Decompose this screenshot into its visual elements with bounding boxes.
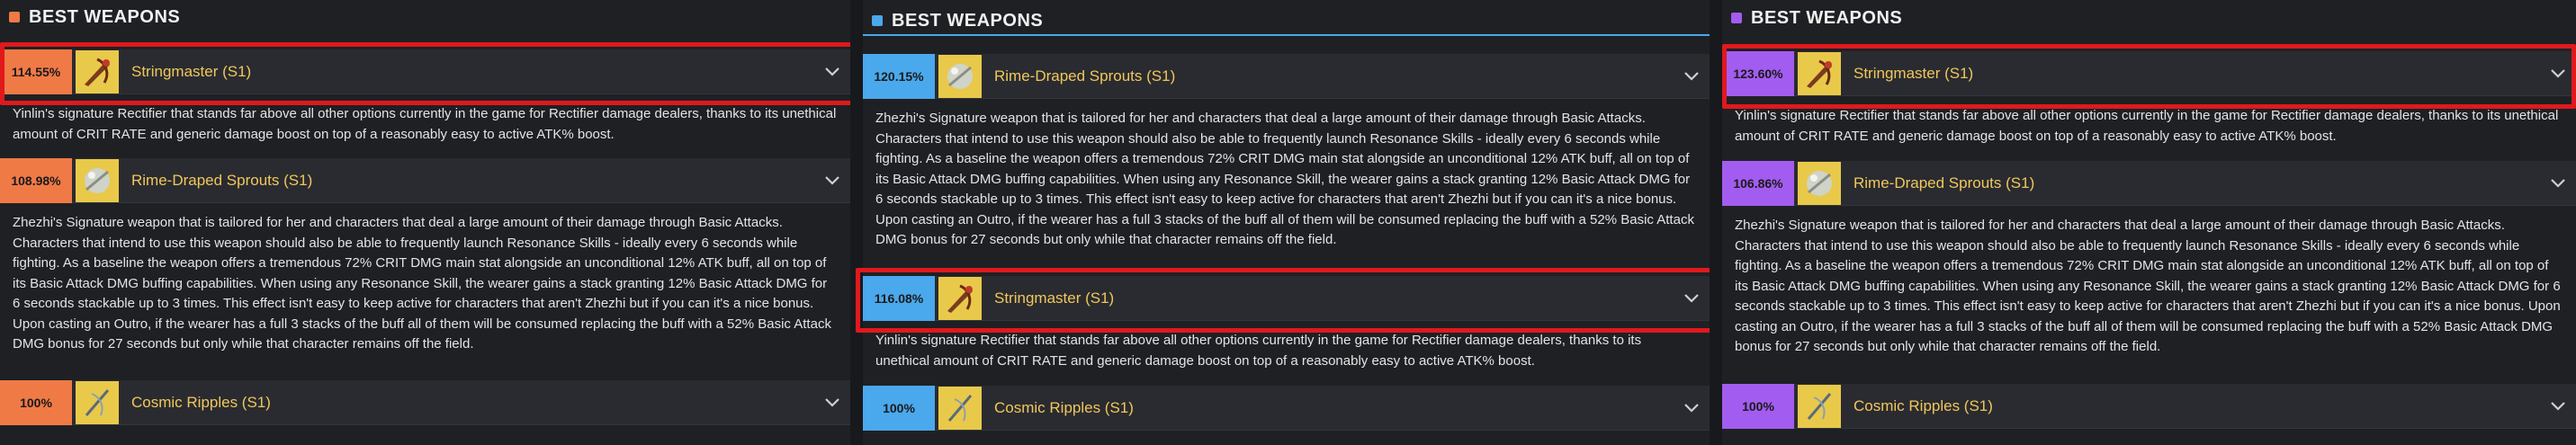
chevron-down-icon[interactable] [1674,386,1710,431]
panel-2: BEST WEAPONS 120.15% Rime-Draped Sprouts… [856,0,1718,445]
column-gap [850,0,863,445]
panel-title: BEST WEAPONS [29,6,181,27]
column-gap [1710,0,1722,445]
rectifier-weapon-icon [938,54,982,98]
weapon-row-stringmaster[interactable]: 114.55% Stringmaster (S1) [0,49,850,94]
rectifier-weapon-icon [76,49,119,93]
rectifier-weapon-icon [1798,161,1841,205]
chevron-down-icon[interactable] [814,380,850,425]
weapon-description: Yinlin's signature Rectifier that stands… [875,333,1642,369]
percent-badge: 114.55% [0,49,72,94]
weapon-name: Rime-Draped Sprouts (S1) [994,67,1176,85]
percent-badge: 123.60% [1722,50,1794,96]
panel-title: BEST WEAPONS [892,10,1044,31]
accent-square [1731,13,1742,23]
rectifier-weapon-icon [76,158,119,202]
weapon-row-rime-draped-sprouts[interactable]: 108.98% Rime-Draped Sprouts (S1) [0,157,850,203]
percent-badge: 116.08% [863,275,935,321]
weapon-description: Yinlin's signature Rectifier that stands… [1735,108,2559,144]
chevron-down-icon[interactable] [1674,276,1710,321]
rectifier-weapon-icon [1798,51,1841,95]
weapon-row-cosmic-ripples[interactable]: 100% Cosmic Ripples (S1) [0,379,850,425]
weapon-description: Zhezhi's Signature weapon that is tailor… [875,111,1694,247]
weapon-description: Zhezhi's Signature weapon that is tailor… [13,215,831,352]
weapon-name: Cosmic Ripples (S1) [131,393,271,411]
rectifier-weapon-icon [1798,384,1841,428]
weapon-description: Yinlin's signature Rectifier that stands… [13,106,837,142]
weapon-row-rime-draped-sprouts[interactable]: 120.15% Rime-Draped Sprouts (S1) [863,53,1710,99]
chevron-down-icon[interactable] [814,49,850,94]
weapon-name: Cosmic Ripples (S1) [994,398,1134,416]
percent-badge: 100% [1722,383,1794,429]
rectifier-weapon-icon [938,276,982,320]
weapon-name: Stringmaster (S1) [131,62,252,80]
weapon-name: Rime-Draped Sprouts (S1) [1853,174,2035,191]
panel-header: BEST WEAPONS [872,7,1710,34]
percent-badge: 106.86% [1722,160,1794,206]
page: BEST WEAPONS 114.55% Stringmaster (S1) Y… [0,0,2576,445]
rectifier-weapon-icon [76,380,119,424]
weapon-row-cosmic-ripples[interactable]: 100% Cosmic Ripples (S1) [1722,383,2576,429]
chevron-down-icon[interactable] [2540,384,2576,429]
chevron-down-icon[interactable] [2540,51,2576,96]
weapon-row-stringmaster[interactable]: 123.60% Stringmaster (S1) [1722,50,2576,96]
chevron-down-icon[interactable] [2540,161,2576,206]
panel-3: BEST WEAPONS 123.60% Stringmaster (S1) Y… [1722,0,2576,445]
weapon-row-cosmic-ripples[interactable]: 100% Cosmic Ripples (S1) [863,385,1710,431]
percent-badge: 100% [0,379,72,425]
weapon-row-stringmaster[interactable]: 116.08% Stringmaster (S1) [863,275,1710,321]
panel-title: BEST WEAPONS [1751,7,1903,28]
percent-badge: 108.98% [0,157,72,203]
weapon-name: Stringmaster (S1) [994,289,1115,307]
percent-badge: 120.15% [863,53,935,99]
weapon-name: Stringmaster (S1) [1853,64,1974,82]
panel-header: BEST WEAPONS [1731,4,2576,31]
accent-square [9,12,20,22]
chevron-down-icon[interactable] [814,158,850,203]
rectifier-weapon-icon [938,386,982,430]
percent-badge: 100% [863,385,935,431]
panel-header: BEST WEAPONS [9,4,850,31]
weapon-name: Cosmic Ripples (S1) [1853,396,1993,414]
weapon-row-rime-draped-sprouts[interactable]: 106.86% Rime-Draped Sprouts (S1) [1722,160,2576,206]
panel-1: BEST WEAPONS 114.55% Stringmaster (S1) Y… [0,0,857,445]
header-underline [863,34,1710,36]
weapon-description: Zhezhi's Signature weapon that is tailor… [1735,218,2561,354]
accent-square [872,15,883,26]
chevron-down-icon[interactable] [1674,54,1710,99]
weapon-name: Rime-Draped Sprouts (S1) [131,171,313,189]
